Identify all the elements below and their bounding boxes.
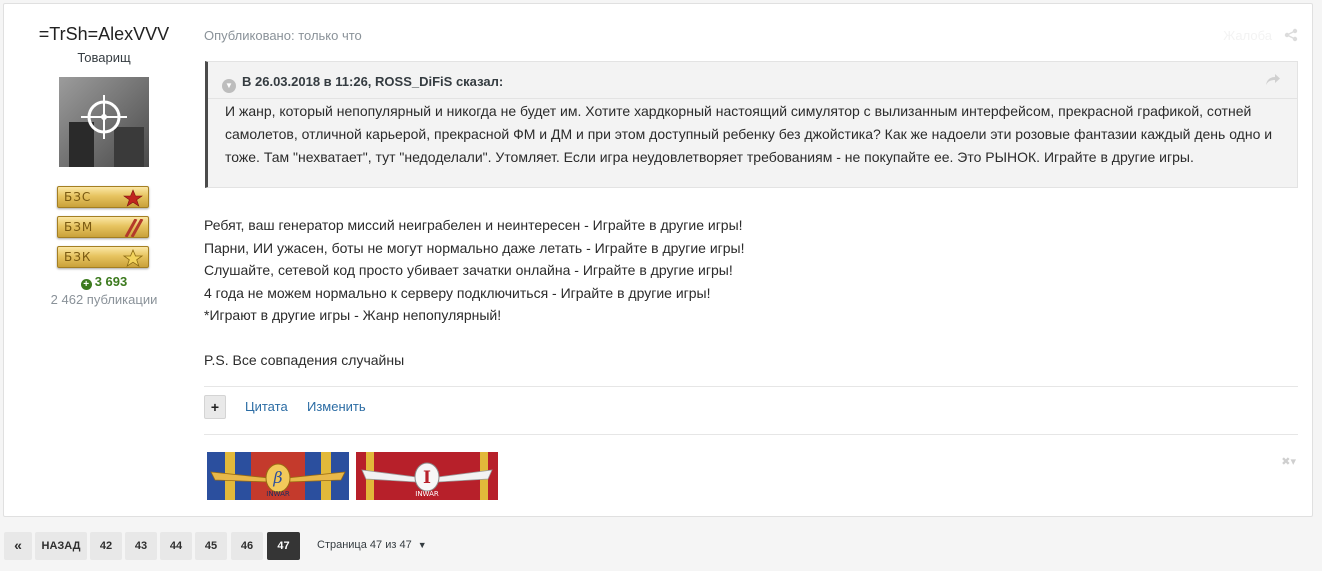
signature-options-icon[interactable]: ✖▾ xyxy=(1281,455,1296,468)
pagination-page-43[interactable]: 43 xyxy=(125,532,157,560)
post-line: Ребят, ваш генератор миссий неиграбелен … xyxy=(204,217,743,233)
pagination-page-info[interactable]: Страница 47 из 47 ▼ xyxy=(317,539,427,551)
ribbon-symbol: β xyxy=(272,468,282,487)
author-name[interactable]: =TrSh=AlexVVV xyxy=(4,24,204,45)
signature-ribbon-beta[interactable]: β INWAR xyxy=(207,452,349,500)
page-info-text: Страница 47 из 47 xyxy=(317,539,412,551)
share-icon[interactable] xyxy=(1284,28,1298,42)
post-date: Опубликовано: только что xyxy=(204,28,362,43)
edit-button[interactable]: Изменить xyxy=(307,399,366,414)
avatar[interactable] xyxy=(59,77,149,167)
ribbon-symbol: I xyxy=(423,468,431,488)
quote-divider xyxy=(208,98,1297,99)
ribbon-text: INWAR xyxy=(266,490,290,498)
gold-star-icon xyxy=(122,249,144,267)
signature-divider xyxy=(204,434,1298,435)
quote-citation[interactable]: В 26.03.2018 в 11:26, ROSS_DiFiS сказал: xyxy=(242,74,503,89)
post-line-blank xyxy=(204,327,745,350)
pagination-back-button[interactable]: НАЗАД xyxy=(35,532,87,560)
quote-header: ▼ В 26.03.2018 в 11:26, ROSS_DiFiS сказал… xyxy=(222,74,503,93)
report-link[interactable]: Жалоба xyxy=(1223,28,1272,43)
quote-share-arrow-icon[interactable] xyxy=(1265,72,1281,86)
pagination-first-button[interactable]: « xyxy=(4,532,32,560)
post-line: Слушайте, сетевой код просто убивает зач… xyxy=(204,262,733,278)
divider xyxy=(204,386,1298,387)
red-star-icon xyxy=(123,189,143,207)
award-badge-bzs[interactable]: БЗС xyxy=(57,186,149,208)
ribbon-stripes-icon xyxy=(124,219,144,237)
quote-text: И жанр, который непопулярный и никогда н… xyxy=(225,103,1273,165)
pagination-page-45[interactable]: 45 xyxy=(195,532,227,560)
signature-ribbon-one[interactable]: I INWAR xyxy=(356,452,498,500)
ribbon-text: INWAR xyxy=(415,490,439,498)
post-line: *Играют в другие игры - Жанр непопулярны… xyxy=(204,307,502,323)
chevron-down-icon: ▼ xyxy=(417,540,427,550)
collapse-toggle-icon[interactable]: ▼ xyxy=(222,79,236,93)
quote-block: ▼ В 26.03.2018 в 11:26, ROSS_DiFiS сказал… xyxy=(205,61,1298,188)
pagination-page-42[interactable]: 42 xyxy=(90,532,122,560)
multiquote-button[interactable]: + xyxy=(204,395,226,419)
post-line: 4 года не можем нормально к серверу подк… xyxy=(204,284,711,301)
reputation-value: 3 693 xyxy=(94,274,128,289)
pagination-page-44[interactable]: 44 xyxy=(160,532,192,560)
quote-button[interactable]: Цитата xyxy=(245,399,288,414)
plus-circle-icon: + xyxy=(80,279,92,290)
award-badge-bzm[interactable]: БЗМ xyxy=(57,216,149,238)
pagination-page-current[interactable]: 47 xyxy=(267,532,300,560)
post-line: Парни, ИИ ужасен, боты не могут нормальн… xyxy=(204,239,745,256)
post-line: P.S. Все совпадения случайны xyxy=(204,352,405,368)
post-count: 2 462 публикации xyxy=(50,292,158,307)
forum-post: =TrSh=AlexVVV Товарищ БЗС БЗМ БЗК + 3 69… xyxy=(3,3,1313,517)
award-badge-bzk[interactable]: БЗК xyxy=(57,246,149,268)
reputation: +3 693 xyxy=(4,274,204,290)
author-rank: Товарищ xyxy=(77,50,131,65)
pagination-page-46[interactable]: 46 xyxy=(231,532,263,560)
post-body: Ребят, ваш генератор миссий неиграбелен … xyxy=(204,214,745,372)
